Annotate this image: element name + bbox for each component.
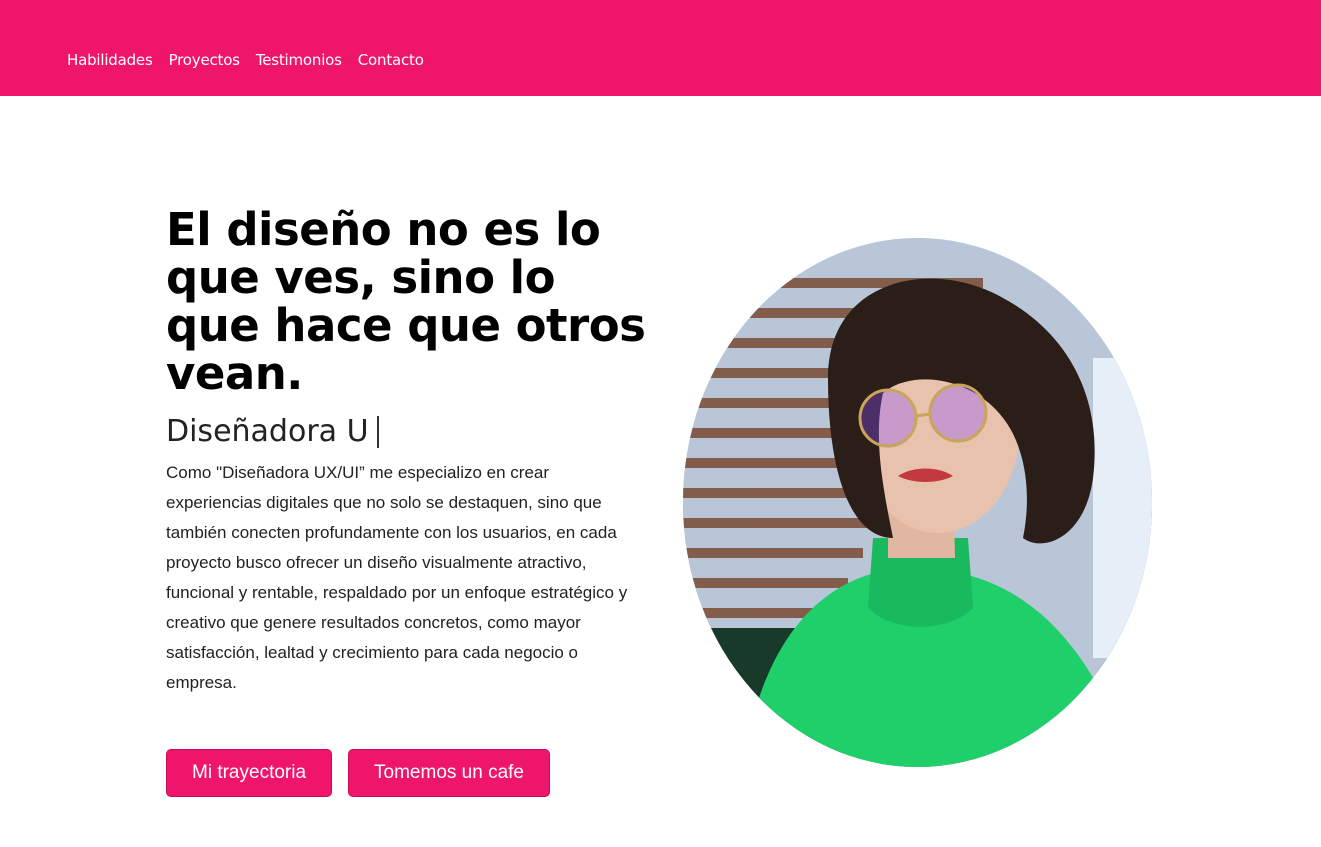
top-navbar: Habilidades Proyectos Testimonios Contac…	[0, 0, 1321, 96]
typing-role-line: Diseñadora U	[166, 412, 646, 452]
hero-headline: El diseño no es lo que ves, sino lo que …	[166, 203, 646, 400]
profile-photo	[683, 238, 1152, 767]
profile-photo-illustration	[683, 238, 1152, 767]
nav-link-testimonios[interactable]: Testimonios	[256, 50, 342, 70]
hero-text: El diseño no es lo que ves, sino lo que …	[166, 206, 646, 698]
nav-link-contacto[interactable]: Contacto	[358, 50, 424, 70]
hero-buttons: Mi trayectoria Tomemos un cafe	[166, 749, 550, 797]
nav-link-proyectos[interactable]: Proyectos	[169, 50, 240, 70]
tomemos-un-cafe-button[interactable]: Tomemos un cafe	[348, 749, 550, 797]
typing-role-text: Diseñadora U	[166, 414, 369, 449]
nav-links: Habilidades Proyectos Testimonios Contac…	[67, 50, 424, 70]
typing-cursor	[376, 416, 379, 448]
hero-bio: Como "Diseñadora UX/UI” me especializo e…	[166, 463, 628, 692]
mi-trayectoria-button[interactable]: Mi trayectoria	[166, 749, 333, 797]
nav-link-habilidades[interactable]: Habilidades	[67, 50, 153, 70]
